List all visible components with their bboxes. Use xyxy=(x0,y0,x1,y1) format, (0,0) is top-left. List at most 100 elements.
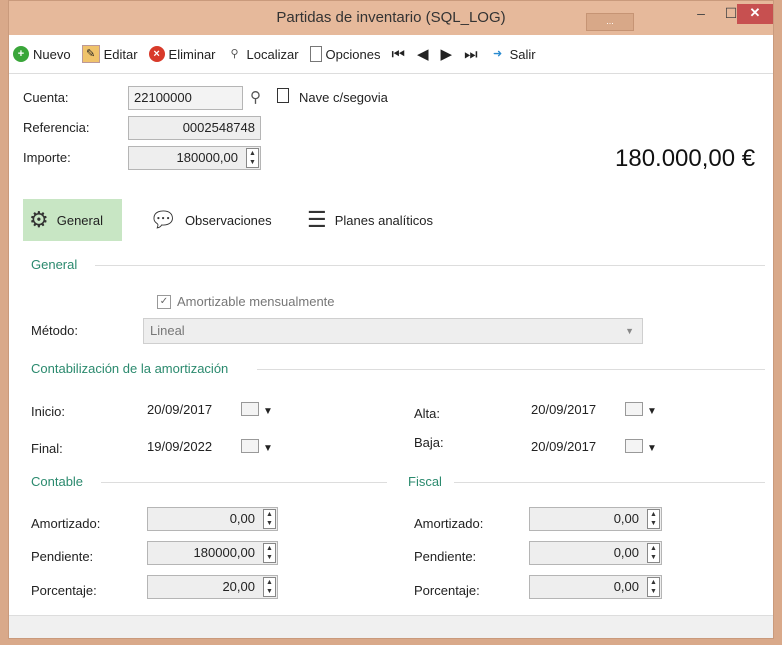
title-options-button[interactable]: ... xyxy=(586,13,634,31)
section-divider xyxy=(101,482,387,483)
fiscal-pendiente-value: 0,00 xyxy=(613,545,639,560)
toolbar: + Nuevo ✎ Editar × Eliminar ⚲ Localizar … xyxy=(9,35,773,74)
inicio-date-field[interactable]: 20/09/2017 ▼ xyxy=(141,398,275,422)
fiscal-amortizado-field[interactable]: 0,00 ▲ ▼ xyxy=(529,507,662,531)
status-bar xyxy=(9,615,773,638)
spinner-icon[interactable]: ▲ ▼ xyxy=(246,148,259,168)
section-contabilizacion-title: Contabilización de la amortización xyxy=(31,361,229,376)
contable-porcentaje-value: 20,00 xyxy=(222,579,255,594)
contable-pendiente-field[interactable]: 180000,00 ▲ ▼ xyxy=(147,541,278,565)
baja-value: 20/09/2017 xyxy=(531,439,597,454)
section-divider xyxy=(95,265,765,266)
prev-record-icon[interactable]: ◀ xyxy=(417,45,429,63)
search-icon[interactable]: ⚲ xyxy=(250,88,261,106)
salir-button[interactable]: ➜ Salir xyxy=(490,46,536,62)
opciones-label: Opciones xyxy=(325,46,381,62)
opciones-button[interactable]: Opciones xyxy=(309,46,381,62)
section-general-title: General xyxy=(31,257,78,272)
spinner-icon[interactable]: ▲ ▼ xyxy=(263,577,276,597)
tab-observaciones[interactable]: 💬︎ Observaciones xyxy=(143,199,283,241)
delete-icon: × xyxy=(148,46,165,62)
contable-amortizado-field[interactable]: 0,00 ▲ ▼ xyxy=(147,507,278,531)
referencia-label: Referencia: xyxy=(23,120,90,135)
metodo-select[interactable]: Lineal ▼ xyxy=(143,318,643,344)
baja-label: Baja: xyxy=(414,435,444,450)
gears-icon: ⚙ xyxy=(29,207,49,232)
contable-pendiente-value: 180000,00 xyxy=(193,545,255,560)
tab-general-label: General xyxy=(56,212,103,228)
final-date-field[interactable]: 19/09/2022 ▼ xyxy=(141,435,275,459)
section-contable-title: Contable xyxy=(31,474,84,489)
editar-label: Editar xyxy=(103,46,138,62)
localizar-button[interactable]: ⚲ Localizar xyxy=(227,46,299,62)
edit-icon: ✎ xyxy=(81,45,100,63)
fiscal-amortizado-value: 0,00 xyxy=(613,511,639,526)
amortizable-label: Amortizable mensualmente xyxy=(177,294,335,309)
calendar-icon[interactable]: ▼ xyxy=(625,400,659,420)
fiscal-pendiente-field[interactable]: 0,00 ▲ ▼ xyxy=(529,541,662,565)
nuevo-label: Nuevo xyxy=(33,46,71,62)
alta-date-field[interactable]: 20/09/2017 ▼ xyxy=(525,398,659,422)
document-icon[interactable] xyxy=(277,88,289,103)
speech-bubble-icon: 💬︎ xyxy=(149,207,177,232)
importe-label: Importe: xyxy=(23,150,71,165)
fiscal-amortizado-label: Amortizado: xyxy=(414,516,484,531)
last-record-icon[interactable]: ⏭ xyxy=(464,46,478,63)
exit-icon: ➜ xyxy=(492,48,503,60)
cuenta-field[interactable]: 22100000 xyxy=(128,86,243,110)
contable-porcentaje-label: Porcentaje: xyxy=(31,583,97,598)
tab-planes-analiticos[interactable]: ☰ Planes analíticos xyxy=(301,199,461,241)
tab-planes-label: Planes analíticos xyxy=(334,212,434,228)
contable-porcentaje-field[interactable]: 20,00 ▲ ▼ xyxy=(147,575,278,599)
checkmark-icon: ✓ xyxy=(157,294,171,309)
section-fiscal-title: Fiscal xyxy=(408,474,442,489)
window: Partidas de inventario (SQL_LOG) ... – ☐… xyxy=(8,0,774,639)
baja-date-field[interactable]: 20/09/2017 ▼ xyxy=(525,435,659,459)
spinner-icon[interactable]: ▲ ▼ xyxy=(263,509,276,529)
calendar-icon[interactable]: ▼ xyxy=(241,437,275,457)
tab-general[interactable]: ⚙ General xyxy=(23,199,122,241)
spinner-icon[interactable]: ▲ ▼ xyxy=(647,577,660,597)
importe-field[interactable]: 180000,00 ▲ ▼ xyxy=(128,146,261,170)
importe-value: 180000,00 xyxy=(176,150,238,165)
nuevo-button[interactable]: + Nuevo xyxy=(13,46,71,62)
fiscal-porcentaje-label: Porcentaje: xyxy=(414,583,480,598)
spinner-icon[interactable]: ▲ ▼ xyxy=(263,543,276,563)
calendar-icon[interactable]: ▼ xyxy=(241,400,275,420)
metodo-value: Lineal xyxy=(150,323,185,338)
minimize-button[interactable]: – xyxy=(689,4,713,24)
list-doc-icon: ☰ xyxy=(307,207,327,232)
search-icon: ⚲ xyxy=(230,48,239,60)
tab-observaciones-label: Observaciones xyxy=(184,212,272,228)
calendar-icon[interactable]: ▼ xyxy=(625,437,659,457)
alta-value: 20/09/2017 xyxy=(531,402,597,417)
contable-pendiente-label: Pendiente: xyxy=(31,549,94,564)
section-divider xyxy=(257,369,765,370)
metodo-label: Método: xyxy=(31,323,78,338)
final-label: Final: xyxy=(31,441,63,456)
next-record-icon[interactable]: ▶ xyxy=(441,45,453,63)
options-icon xyxy=(309,46,322,62)
contable-amortizado-value: 0,00 xyxy=(229,511,255,526)
referencia-field[interactable]: 0002548748 xyxy=(128,116,261,140)
inicio-label: Inicio: xyxy=(31,404,65,419)
inicio-value: 20/09/2017 xyxy=(147,402,213,417)
amortizable-checkbox[interactable]: ✓ Amortizable mensualmente xyxy=(157,294,335,309)
plus-icon: + xyxy=(13,46,29,62)
fiscal-porcentaje-value: 0,00 xyxy=(613,579,639,594)
first-record-icon[interactable]: ⏮ xyxy=(391,46,405,63)
titlebar[interactable]: Partidas de inventario (SQL_LOG) ... – ☐… xyxy=(9,1,773,35)
close-button[interactable]: ✕ xyxy=(737,4,773,24)
final-value: 19/09/2022 xyxy=(147,439,213,454)
fiscal-porcentaje-field[interactable]: 0,00 ▲ ▼ xyxy=(529,575,662,599)
eliminar-label: Eliminar xyxy=(168,46,216,62)
localizar-label: Localizar xyxy=(246,46,299,62)
salir-label: Salir xyxy=(509,46,536,62)
spinner-icon[interactable]: ▲ ▼ xyxy=(647,543,660,563)
cuenta-description: Nave c/segovia xyxy=(299,90,388,105)
spinner-icon[interactable]: ▲ ▼ xyxy=(647,509,660,529)
eliminar-button[interactable]: × Eliminar xyxy=(148,46,216,62)
window-title: Partidas de inventario (SQL_LOG) xyxy=(276,9,506,26)
alta-label: Alta: xyxy=(414,406,441,421)
editar-button[interactable]: ✎ Editar xyxy=(81,45,138,63)
